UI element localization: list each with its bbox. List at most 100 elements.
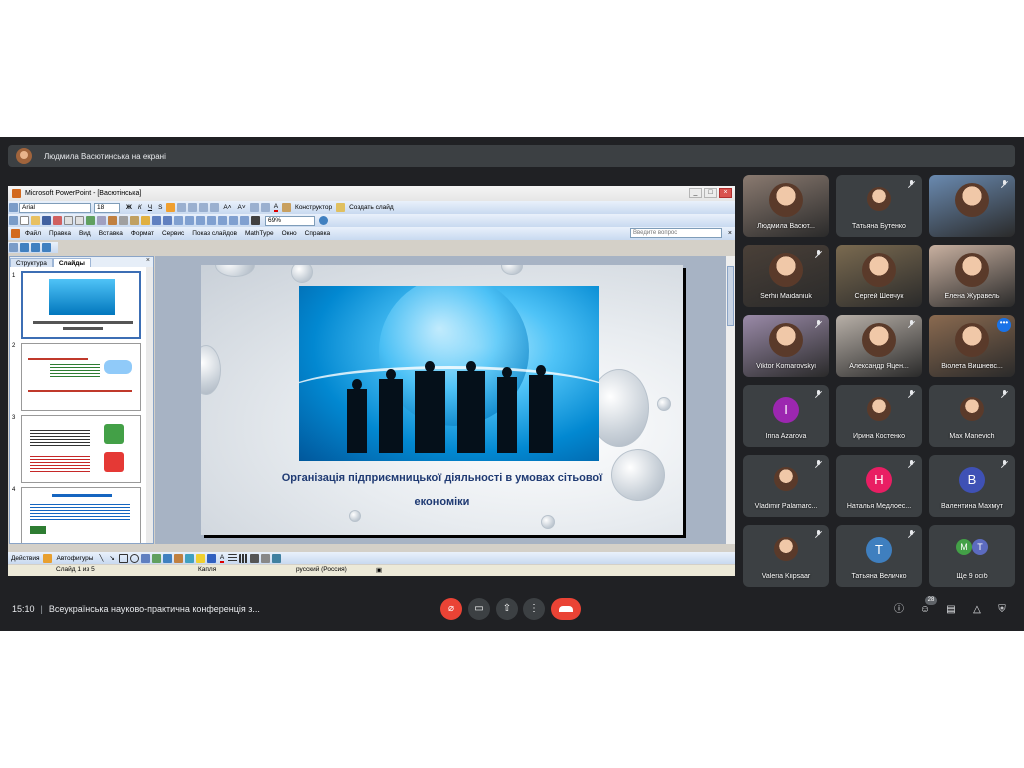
- font-color-button[interactable]: A: [273, 203, 279, 212]
- menu-item-format[interactable]: Формат: [131, 230, 154, 237]
- vertical-scrollbar[interactable]: [726, 256, 735, 544]
- research-icon[interactable]: [97, 216, 106, 225]
- line-icon[interactable]: ╲: [99, 554, 103, 562]
- meeting-details-icon[interactable]: ⓘ: [892, 603, 906, 617]
- participant-tile[interactable]: Александр Яцен...: [836, 315, 922, 377]
- menu-item-help[interactable]: Справка: [305, 230, 331, 237]
- cut-icon[interactable]: [108, 216, 117, 225]
- expand-icon[interactable]: [218, 216, 227, 225]
- slide-thumbnail-3[interactable]: [21, 415, 141, 483]
- new-slide-icon[interactable]: [336, 203, 346, 212]
- tab-outline[interactable]: Структура: [10, 258, 53, 267]
- paste-icon[interactable]: [130, 216, 139, 225]
- more-options-button[interactable]: ⋮: [523, 598, 545, 620]
- participant-tile[interactable]: Сергей Шевчук: [836, 245, 922, 307]
- select-objects-icon[interactable]: [43, 553, 53, 563]
- redo-icon[interactable]: [163, 216, 172, 225]
- slide-thumbnail-2[interactable]: [21, 343, 141, 411]
- end-call-button[interactable]: [551, 598, 581, 620]
- outline-icon[interactable]: [20, 243, 29, 252]
- host-controls-icon[interactable]: ⛨: [995, 603, 1009, 617]
- preview-icon[interactable]: [75, 216, 84, 225]
- participant-tile[interactable]: Valeria Kiipsaar: [743, 525, 829, 587]
- shadow-button[interactable]: S: [158, 204, 162, 211]
- font-select[interactable]: Arial: [19, 202, 91, 213]
- underline-button[interactable]: Ч: [148, 204, 152, 211]
- dash-style-icon[interactable]: [239, 553, 249, 563]
- tile-options-icon[interactable]: •••: [997, 318, 1011, 332]
- tab-slides[interactable]: Слайды: [52, 258, 91, 267]
- participant-tile[interactable]: Viktor Komarovskyi: [743, 315, 829, 377]
- open-icon[interactable]: [31, 216, 40, 225]
- slide-thumbnail-4[interactable]: [21, 487, 141, 543]
- permission-icon[interactable]: [53, 216, 62, 225]
- camera-button[interactable]: ▭: [468, 598, 490, 620]
- save-icon[interactable]: [42, 216, 51, 225]
- menu-item-slideshow[interactable]: Показ слайдов: [192, 230, 237, 237]
- table-icon[interactable]: [185, 216, 194, 225]
- numbering-icon[interactable]: [199, 203, 209, 212]
- activities-icon[interactable]: △: [970, 603, 984, 617]
- people-icon[interactable]: ☺: [918, 603, 932, 617]
- font-size-select[interactable]: 18: [94, 202, 120, 213]
- summary-icon[interactable]: [42, 243, 51, 252]
- rectangle-icon[interactable]: [118, 553, 128, 563]
- copy-icon[interactable]: [119, 216, 128, 225]
- show-formatting-icon[interactable]: [229, 216, 238, 225]
- scrollbar-thumb[interactable]: [727, 266, 734, 326]
- participant-tile[interactable]: Ирина Костенко: [836, 385, 922, 447]
- actions-menu[interactable]: Действия: [11, 555, 39, 562]
- panel-scrollbar[interactable]: [146, 267, 153, 543]
- shrink-font-button[interactable]: A˅: [238, 204, 246, 211]
- designer-button[interactable]: Конструктор: [295, 204, 332, 211]
- participant-tile[interactable]: Vladimir Palamarc...: [743, 455, 829, 517]
- hyperlink-icon[interactable]: [207, 216, 216, 225]
- participant-tile[interactable]: Max Manevich: [929, 385, 1015, 447]
- grow-font-button[interactable]: A˄: [223, 204, 231, 211]
- current-slide[interactable]: Організація підприємницької діяльності в…: [201, 265, 683, 535]
- format-painter-icon[interactable]: [141, 216, 150, 225]
- menu-item-insert[interactable]: Вставка: [99, 230, 123, 237]
- clipart-icon[interactable]: [173, 553, 183, 563]
- 3d-style-icon[interactable]: [272, 553, 282, 563]
- picture-icon[interactable]: [184, 553, 194, 563]
- participant-tile[interactable]: Елена Журавель: [929, 245, 1015, 307]
- designer-icon[interactable]: [282, 203, 292, 212]
- grid-icon[interactable]: [240, 216, 249, 225]
- wordart-icon[interactable]: [151, 553, 161, 563]
- participant-tile[interactable]: [929, 175, 1015, 237]
- indent-icon[interactable]: [249, 203, 259, 212]
- minimize-button[interactable]: _: [689, 188, 702, 198]
- undo-icon[interactable]: [152, 216, 161, 225]
- shadow-style-icon[interactable]: [261, 553, 271, 563]
- new-icon[interactable]: [20, 216, 29, 225]
- participant-tile[interactable]: ••• Віолета Вишневс...: [929, 315, 1015, 377]
- fill-color-icon[interactable]: [195, 553, 205, 563]
- participant-tile[interactable]: Н Наталья Медлоес...: [836, 455, 922, 517]
- align-right-icon[interactable]: [188, 203, 198, 212]
- chart-icon[interactable]: [174, 216, 183, 225]
- textbox-icon[interactable]: [140, 553, 150, 563]
- panel-close-icon[interactable]: ×: [146, 257, 150, 264]
- align-center-icon[interactable]: [177, 203, 187, 212]
- tables-borders-icon[interactable]: [196, 216, 205, 225]
- bold-button[interactable]: Ж: [126, 204, 132, 211]
- close-button[interactable]: ×: [719, 188, 732, 198]
- maximize-button[interactable]: □: [704, 188, 717, 198]
- participant-tile[interactable]: Людмила Васют...: [743, 175, 829, 237]
- chat-icon[interactable]: ▤: [944, 603, 958, 617]
- arrow-style-icon[interactable]: [250, 553, 260, 563]
- zoom-select[interactable]: 69%: [265, 215, 315, 226]
- menu-item-view[interactable]: Вид: [79, 230, 91, 237]
- present-button[interactable]: ⇧: [496, 598, 518, 620]
- menu-item-mathtype[interactable]: MathType: [245, 230, 274, 237]
- participant-tile[interactable]: В Валентина Махмут: [929, 455, 1015, 517]
- slide-thumbnail-1[interactable]: [21, 271, 141, 339]
- outdent-icon[interactable]: [260, 203, 270, 212]
- autoshapes-menu[interactable]: Автофигуры: [56, 555, 93, 562]
- menu-item-window[interactable]: Окно: [282, 230, 297, 237]
- mic-off-button[interactable]: ⌀: [440, 598, 462, 620]
- close-doc-icon[interactable]: ×: [728, 230, 732, 237]
- participant-tile[interactable]: M T Ще 9 осіб: [929, 525, 1015, 587]
- color-grayscale-icon[interactable]: [251, 216, 260, 225]
